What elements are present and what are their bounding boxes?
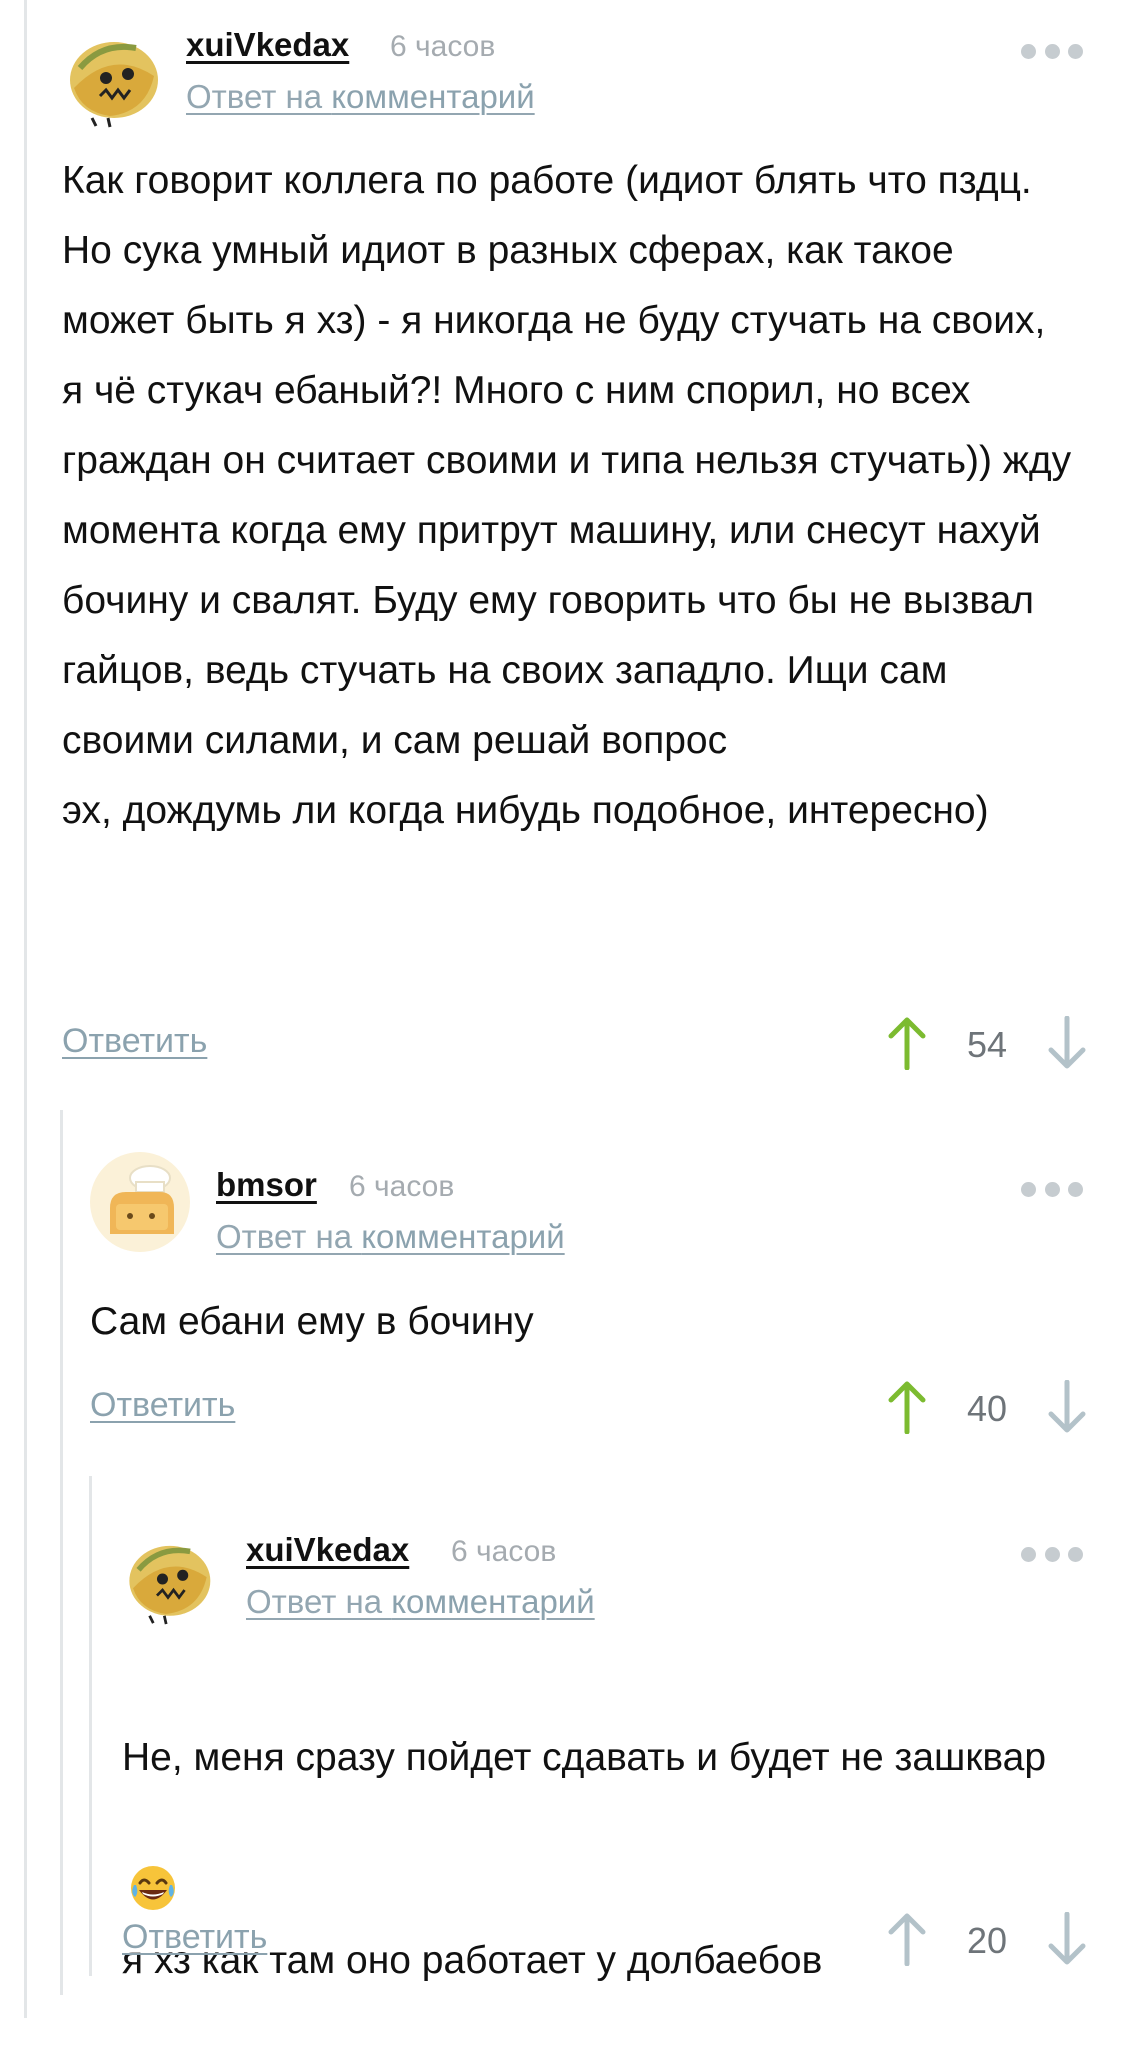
- dot-icon: [1068, 1181, 1083, 1197]
- comment-header: xuiVkedax 6 часов Ответ на комментарий: [0, 1515, 1125, 1625]
- username[interactable]: bmsor: [216, 1166, 317, 1204]
- comment-text: Как говорит коллега по работе (идиот бля…: [62, 159, 1072, 832]
- taco-avatar-icon[interactable]: [62, 28, 162, 128]
- reply-to-link[interactable]: Ответ на комментарий: [216, 1218, 565, 1256]
- more-options-button[interactable]: [1021, 42, 1083, 60]
- vote-score: 40: [966, 1388, 1008, 1429]
- reply-to-prefix: Ответ на: [216, 1218, 362, 1255]
- dot-icon: [1044, 43, 1060, 59]
- comment-footer: Ответить 20: [0, 1910, 1125, 1970]
- comment-text: Сам ебани ему в бочину: [90, 1300, 534, 1343]
- username[interactable]: xuiVkedax: [186, 26, 349, 64]
- reply-to-prefix: Ответ на: [246, 1583, 392, 1620]
- dot-icon: [1044, 1181, 1060, 1197]
- comment-text: Не, меня сразу пойдет сдавать и будет не…: [122, 1653, 1072, 2066]
- dot-icon: [1068, 1546, 1083, 1562]
- reply-button[interactable]: Ответить: [90, 1386, 235, 1425]
- upvote-arrow-icon[interactable]: [887, 1912, 927, 1967]
- more-options-button[interactable]: [1021, 1545, 1083, 1563]
- more-options-button[interactable]: [1021, 1180, 1083, 1198]
- username[interactable]: xuiVkedax: [246, 1531, 409, 1569]
- downvote-arrow-icon[interactable]: [1047, 1911, 1087, 1966]
- downvote-arrow-icon[interactable]: [1047, 1015, 1087, 1070]
- downvote-arrow-icon[interactable]: [1047, 1379, 1087, 1434]
- comment-3: xuiVkedax 6 часов Ответ на комментарий Н…: [0, 1515, 1125, 1982]
- comment-footer: Ответить 54: [0, 1014, 1125, 1074]
- upvote-arrow-icon[interactable]: [887, 1380, 927, 1435]
- reply-to-link[interactable]: Ответ на комментарий: [186, 78, 535, 116]
- upvote-arrow-icon[interactable]: [887, 1016, 927, 1071]
- dot-icon: [1021, 43, 1036, 59]
- dot-icon: [1044, 1546, 1060, 1562]
- tears-of-joy-emoji-icon: [128, 1793, 178, 1910]
- timestamp: 6 часов: [349, 1170, 455, 1203]
- vote-widget: 54: [887, 1014, 1087, 1074]
- vote-widget: 20: [887, 1910, 1087, 1970]
- timestamp: 6 часов: [451, 1535, 557, 1568]
- comment-text-line: Не, меня сразу пойдет сдавать и будет не…: [122, 1736, 1047, 1779]
- reply-button[interactable]: Ответить: [62, 1022, 207, 1061]
- toast-chef-avatar-icon[interactable]: [90, 1152, 190, 1252]
- dot-icon: [1021, 1546, 1036, 1562]
- timestamp: 6 часов: [390, 30, 496, 63]
- vote-score: 20: [966, 1920, 1008, 1961]
- dot-icon: [1068, 43, 1083, 59]
- reply-to-comment-link[interactable]: комментарий: [331, 78, 534, 115]
- taco-avatar-icon[interactable]: [122, 1533, 214, 1625]
- reply-to-comment-link[interactable]: комментарий: [361, 1218, 564, 1255]
- vote-score: 54: [966, 1024, 1008, 1065]
- dot-icon: [1021, 1181, 1036, 1197]
- reply-to-prefix: Ответ на: [186, 78, 332, 115]
- comment-footer: Ответить 40: [0, 1378, 1125, 1438]
- reply-to-comment-link[interactable]: комментарий: [391, 1583, 594, 1620]
- comment-2: bmsor 6 часов Ответ на комментарий Сам е…: [0, 1150, 1125, 1450]
- comment-header: xuiVkedax 6 часов Ответ на комментарий: [0, 10, 1125, 128]
- vote-widget: 40: [887, 1378, 1087, 1438]
- comment-header: bmsor 6 часов Ответ на комментарий: [0, 1150, 1125, 1260]
- comment-1: xuiVkedax 6 часов Ответ на комментарий К…: [0, 0, 1125, 1100]
- reply-button[interactable]: Ответить: [122, 1918, 267, 1957]
- reply-to-link[interactable]: Ответ на комментарий: [246, 1583, 595, 1621]
